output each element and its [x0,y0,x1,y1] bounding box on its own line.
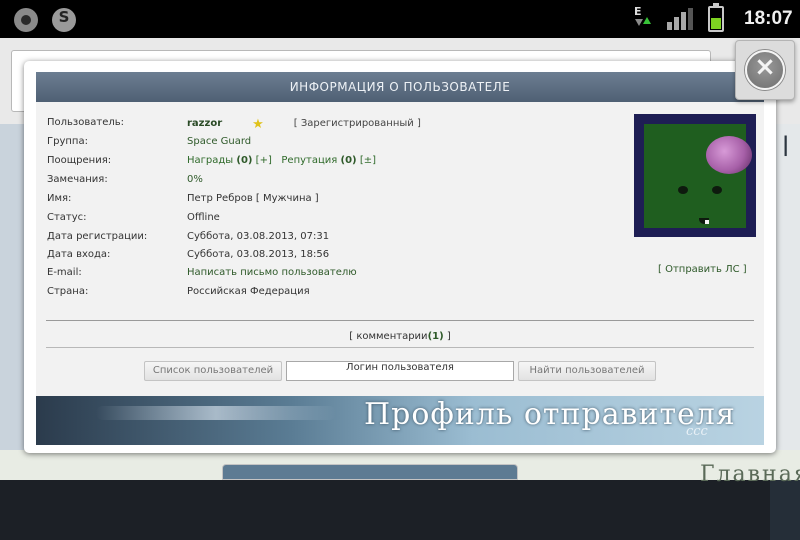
regdate-label: Дата регистрации: [47,231,148,242]
comments-link[interactable]: комментарии(1) [356,331,443,342]
avatar-eye-left [678,186,688,194]
awards-count: (0) [236,155,253,166]
banner-title: Профиль отправителя [364,397,736,432]
group-value: Space Guard [187,136,252,147]
name-value: Петр Ребров [ Мужчина ] [187,193,319,204]
skype-letter: S [58,8,70,26]
search-controls: Список пользователей Логин пользователя … [36,361,764,381]
banner-light-streak [96,406,336,420]
avatar [634,114,756,237]
logindate-value: Суббота, 03.08.2013, 18:56 [187,249,330,260]
reputation-link[interactable]: Репутация [281,155,337,166]
name-label: Имя: [47,193,72,204]
battery-icon [708,3,724,32]
background-glyph: | [782,132,790,156]
avatar-fang [705,220,709,224]
reputation-count: (0) [340,155,357,166]
comments-bracket-open: [ [349,331,354,342]
avatar-face [644,124,752,228]
skype-icon: S [52,8,76,32]
comments-label[interactable]: комментарии [356,331,427,342]
network-letter: E [634,5,642,18]
send-pm-link[interactable]: [ Отправить ЛС ] [658,264,747,275]
login-input[interactable]: Логин пользователя [286,361,514,381]
status-label: Статус: [47,212,87,223]
user-label: Пользователь: [47,117,125,128]
background-footer: Главная [0,450,800,487]
logindate-label: Дата входа: [47,249,111,260]
clock: 18:07 [744,8,793,29]
banner-signature: ccc [686,424,708,439]
user-list-button[interactable]: Список пользователей [144,361,282,381]
comments-bracket-close: ] [446,331,451,342]
signal-bars-icon [667,8,693,30]
country-label: Страна: [47,286,89,297]
group-label: Группа: [47,136,88,147]
data-network-icon: E [634,5,656,33]
dialog-content: ИНФОРМАЦИЯ О ПОЛЬЗОВАТЕЛЕ Пользователь: … [36,72,764,445]
rewards-label: Поощрения: [47,155,112,166]
country-value: Российская Федерация [187,286,310,297]
regdate-value: Суббота, 03.08.2013, 07:31 [187,231,330,242]
status-bar: S E 18:07 [0,0,800,38]
notification-app-icon [14,8,38,32]
close-icon[interactable]: × [745,50,785,90]
dialog-title: ИНФОРМАЦИЯ О ПОЛЬЗОВАТЕЛЕ [36,72,764,102]
close-button[interactable]: × [735,40,795,100]
star-icon: ★ [252,117,264,132]
divider [46,320,754,321]
sender-profile-banner: Профиль отправителя ccc [36,396,764,445]
awards-link[interactable]: Награды [187,155,233,166]
user-value: razzor ★ [ Зарегистрированный ] [187,117,421,132]
avatar-frill [706,136,752,174]
username: razzor [187,118,223,129]
email-link[interactable]: Написать письмо пользователю [187,267,357,278]
background-menu-button[interactable] [222,464,518,480]
find-users-button[interactable]: Найти пользователей [518,361,656,381]
warnings-value: 0% [187,174,203,185]
upload-arrow-icon [643,17,651,24]
user-info-panel: Пользователь: razzor ★ [ Зарегистрированны… [36,102,764,396]
reputation-change-button[interactable]: [±] [360,155,376,166]
divider [46,347,754,348]
download-arrow-icon [635,19,643,26]
status-value: Offline [187,212,220,223]
warnings-label: Замечания: [47,174,108,185]
background-footer-text: Главная [700,462,800,487]
user-status-tag: [ Зарегистрированный ] [293,118,421,129]
comments-count[interactable]: (1) [428,331,444,342]
rewards-value: Награды (0) [+] Репутация (0) [±] [187,155,376,166]
awards-add-button[interactable]: [+] [256,155,272,166]
comments-link-row: [ комментарии(1) ] [36,331,764,342]
user-info-dialog: ИНФОРМАЦИЯ О ПОЛЬЗОВАТЕЛЕ Пользователь: … [24,61,776,453]
email-label: E-mail: [47,267,82,278]
avatar-eye-right [712,186,722,194]
